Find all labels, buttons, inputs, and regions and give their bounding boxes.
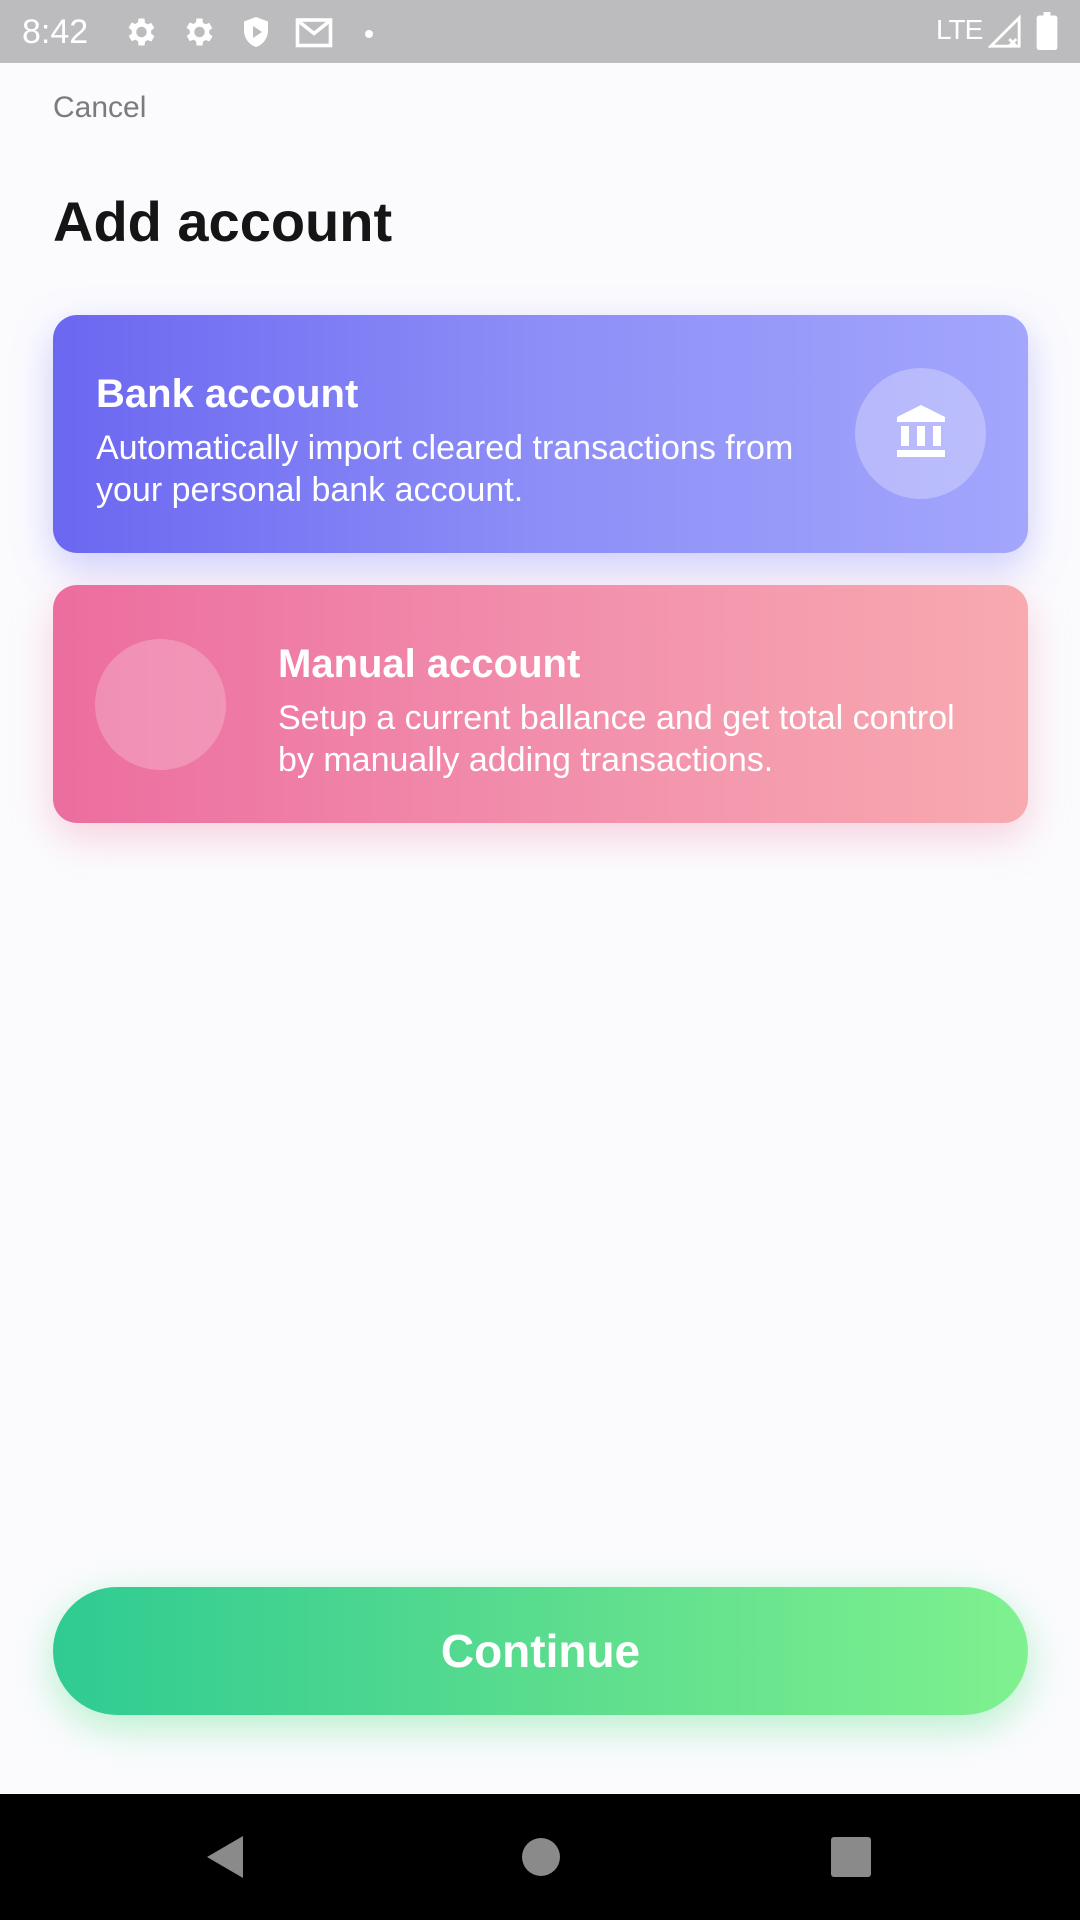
signal-icon: [987, 14, 1022, 50]
continue-label: Continue: [440, 1625, 641, 1677]
bank-account-option[interactable]: Bank account Automatically import cleare…: [53, 315, 1028, 553]
gear-icon: [122, 14, 158, 50]
recents-icon[interactable]: [831, 1837, 871, 1882]
manual-account-option[interactable]: Manual account Setup a current ballance …: [53, 585, 1028, 823]
shield-play-icon: [238, 14, 274, 50]
bank-account-title: Bank account: [96, 372, 359, 416]
gear-icon: [180, 14, 216, 50]
bank-account-description: Automatically import cleared transaction…: [96, 429, 794, 509]
manual-account-description: Setup a current ballance and get total c…: [278, 699, 955, 779]
back-icon[interactable]: [205, 1834, 245, 1885]
status-bar: 8:42 LTE: [0, 0, 1080, 63]
page-title: Add account: [53, 190, 393, 253]
home-icon[interactable]: [521, 1837, 561, 1882]
dot-icon: [364, 26, 374, 38]
cancel-button[interactable]: Cancel: [53, 88, 146, 128]
battery-icon: [1036, 12, 1058, 51]
bank-icon: [893, 401, 949, 466]
status-time: 8:42: [22, 13, 89, 51]
continue-button[interactable]: Continue: [53, 1587, 1028, 1715]
mail-icon: [294, 14, 333, 50]
manual-account-title: Manual account: [278, 642, 581, 686]
bank-icon-circle: [855, 368, 986, 499]
manual-icon-circle: [95, 639, 226, 770]
navigation-bar: [0, 1794, 1080, 1920]
network-label: LTE: [936, 14, 983, 45]
